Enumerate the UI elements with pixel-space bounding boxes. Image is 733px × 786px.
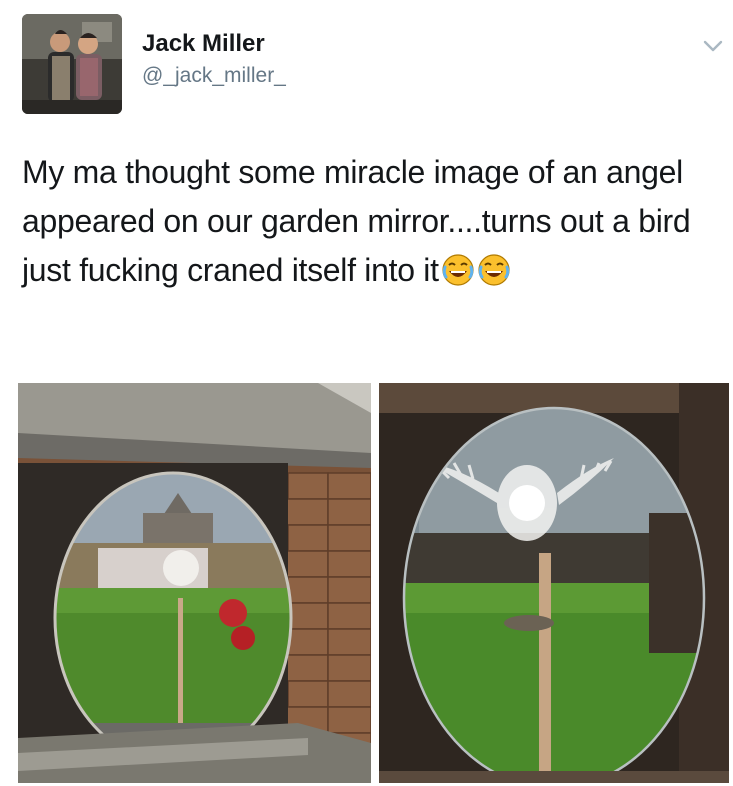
tweet-header: Jack Miller @_jack_miller_ bbox=[0, 0, 733, 130]
tweet-media bbox=[18, 383, 729, 783]
mirror-closeup-photo[interactable] bbox=[379, 383, 729, 783]
avatar[interactable] bbox=[22, 14, 122, 114]
author-handle[interactable]: @_jack_miller_ bbox=[142, 64, 286, 88]
laughing-emoji-icon bbox=[441, 252, 475, 286]
author-name[interactable]: Jack Miller bbox=[142, 30, 265, 58]
laughing-emoji-icon bbox=[477, 252, 511, 286]
chevron-down-icon[interactable] bbox=[702, 38, 724, 54]
mirror-wide-photo[interactable] bbox=[18, 383, 371, 783]
tweet-text: My ma thought some miracle image of an a… bbox=[22, 148, 722, 295]
tweet-body: My ma thought some miracle image of an a… bbox=[22, 154, 691, 288]
